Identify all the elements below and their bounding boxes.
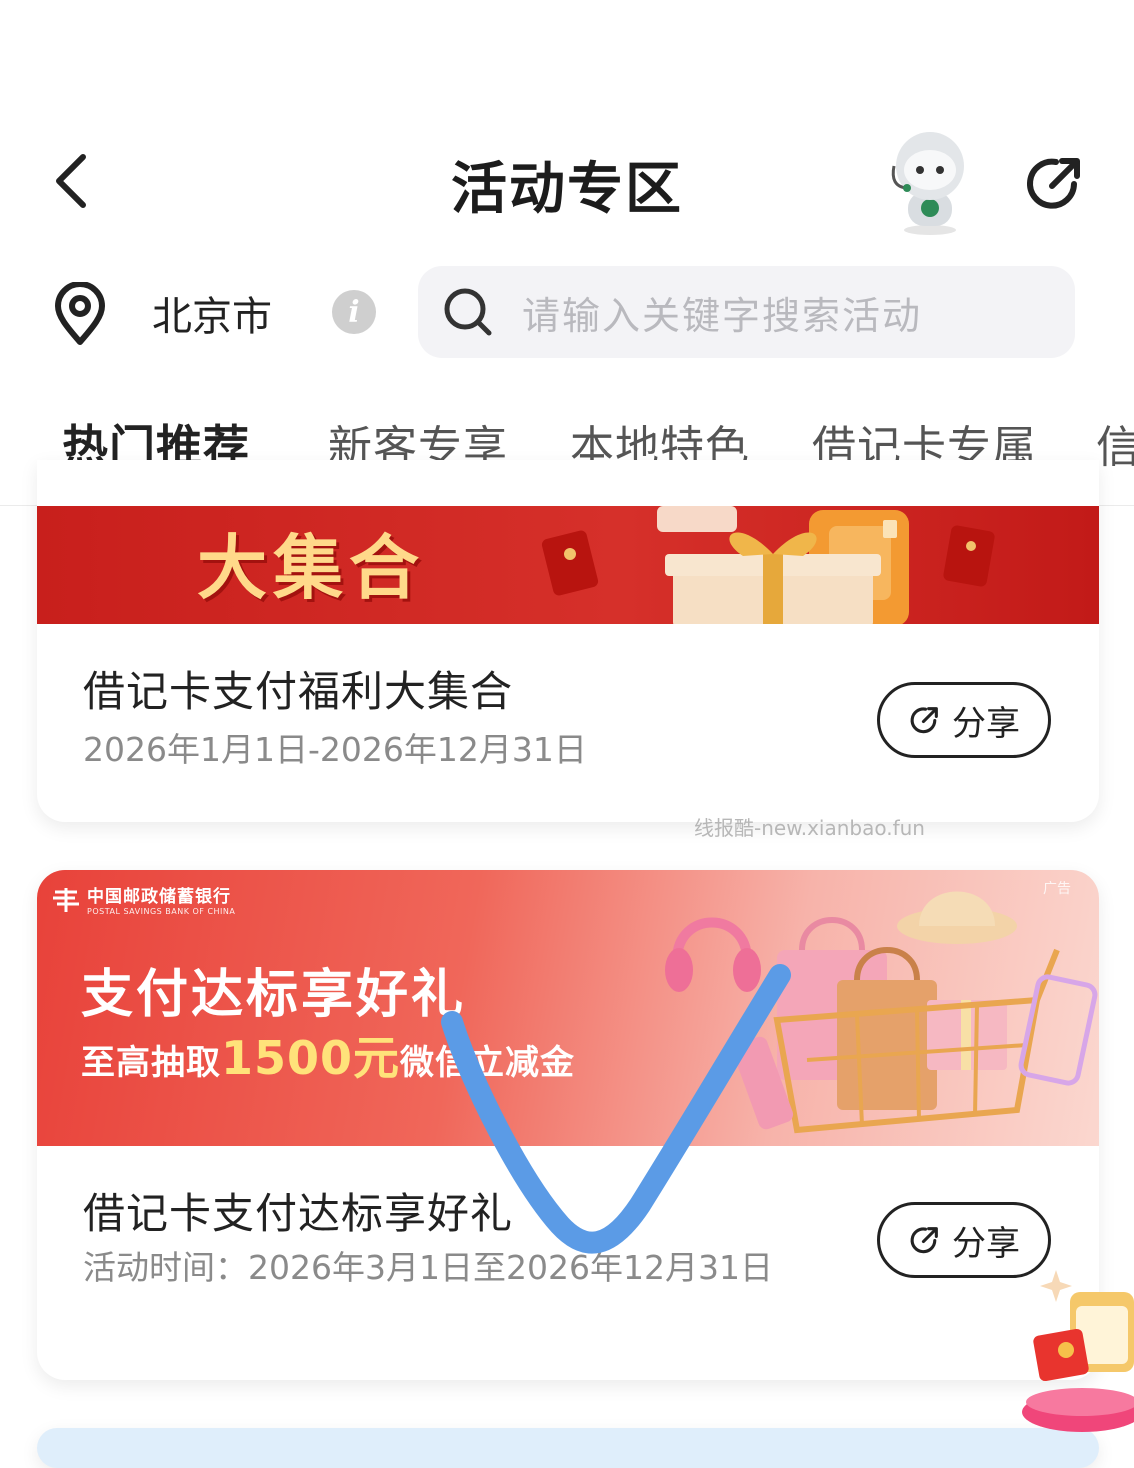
info-icon[interactable]: i: [332, 290, 376, 334]
activity-banner[interactable]: 中国邮政储蓄银行 POSTAL SAVINGS BANK OF CHINA 广告…: [37, 870, 1099, 1146]
activity-card[interactable]: [37, 1428, 1099, 1468]
search-input[interactable]: 请输入关键字搜索活动: [418, 266, 1075, 358]
activity-card[interactable]: 中国邮政储蓄银行 POSTAL SAVINGS BANK OF CHINA 广告…: [37, 870, 1099, 1380]
search-placeholder: 请输入关键字搜索活动: [522, 293, 923, 338]
banner-subheading: 至高抽取1500元微信立减金: [81, 1022, 575, 1088]
robot-assistant-button[interactable]: [880, 126, 980, 236]
share-icon: [1027, 158, 1080, 209]
share-page-button[interactable]: [1022, 150, 1088, 216]
share-label: 分享: [952, 703, 1020, 744]
city-selector[interactable]: 北京市: [152, 284, 272, 342]
banner-heading: 支付达标享好礼: [81, 965, 467, 1025]
card-date: 2026年1月1日-2026年12月31日: [83, 730, 587, 769]
banner-heading: 大集合: [197, 527, 425, 609]
gift-calendar-icon: [1022, 1270, 1134, 1432]
robot-assistant-icon: [891, 132, 964, 235]
card-date: 活动时间：2026年3月1日至2026年12月31日: [83, 1248, 773, 1287]
postal-bank-logo-icon: [53, 888, 79, 912]
card-title: 借记卡支付达标享好礼: [83, 1189, 514, 1238]
floating-promo-widget[interactable]: [986, 1262, 1134, 1435]
shopping-illustration: [665, 891, 1098, 1134]
share-icon: [910, 1227, 938, 1254]
search-icon: [444, 288, 492, 336]
location-pin-icon[interactable]: [52, 281, 108, 346]
banner-sub-prefix: 至高抽取: [81, 1043, 221, 1083]
card-title: 借记卡支付福利大集合: [83, 667, 514, 716]
activity-card[interactable]: 大集合 借记卡支付福利大集合 2026年1月1日-2026年12月31日 分享: [37, 460, 1099, 822]
gift-illustration: [541, 506, 995, 624]
bank-name-en: POSTAL SAVINGS BANK OF CHINA: [87, 907, 236, 916]
activity-banner[interactable]: 大集合: [37, 506, 1099, 624]
share-label: 分享: [952, 1223, 1020, 1264]
banner-sub-suffix: 微信立减金: [400, 1043, 576, 1083]
share-button[interactable]: 分享: [877, 682, 1051, 758]
bank-logo: 中国邮政储蓄银行 POSTAL SAVINGS BANK OF CHINA: [51, 882, 235, 916]
banner-sub-amount: 1500元: [221, 1031, 401, 1085]
tab-credit-partial[interactable]: 信: [1096, 411, 1134, 475]
share-icon: [910, 707, 938, 734]
bank-name: 中国邮政储蓄银行: [87, 887, 231, 907]
watermark-text: 线报酷-new.xianbao.fun: [694, 816, 925, 840]
